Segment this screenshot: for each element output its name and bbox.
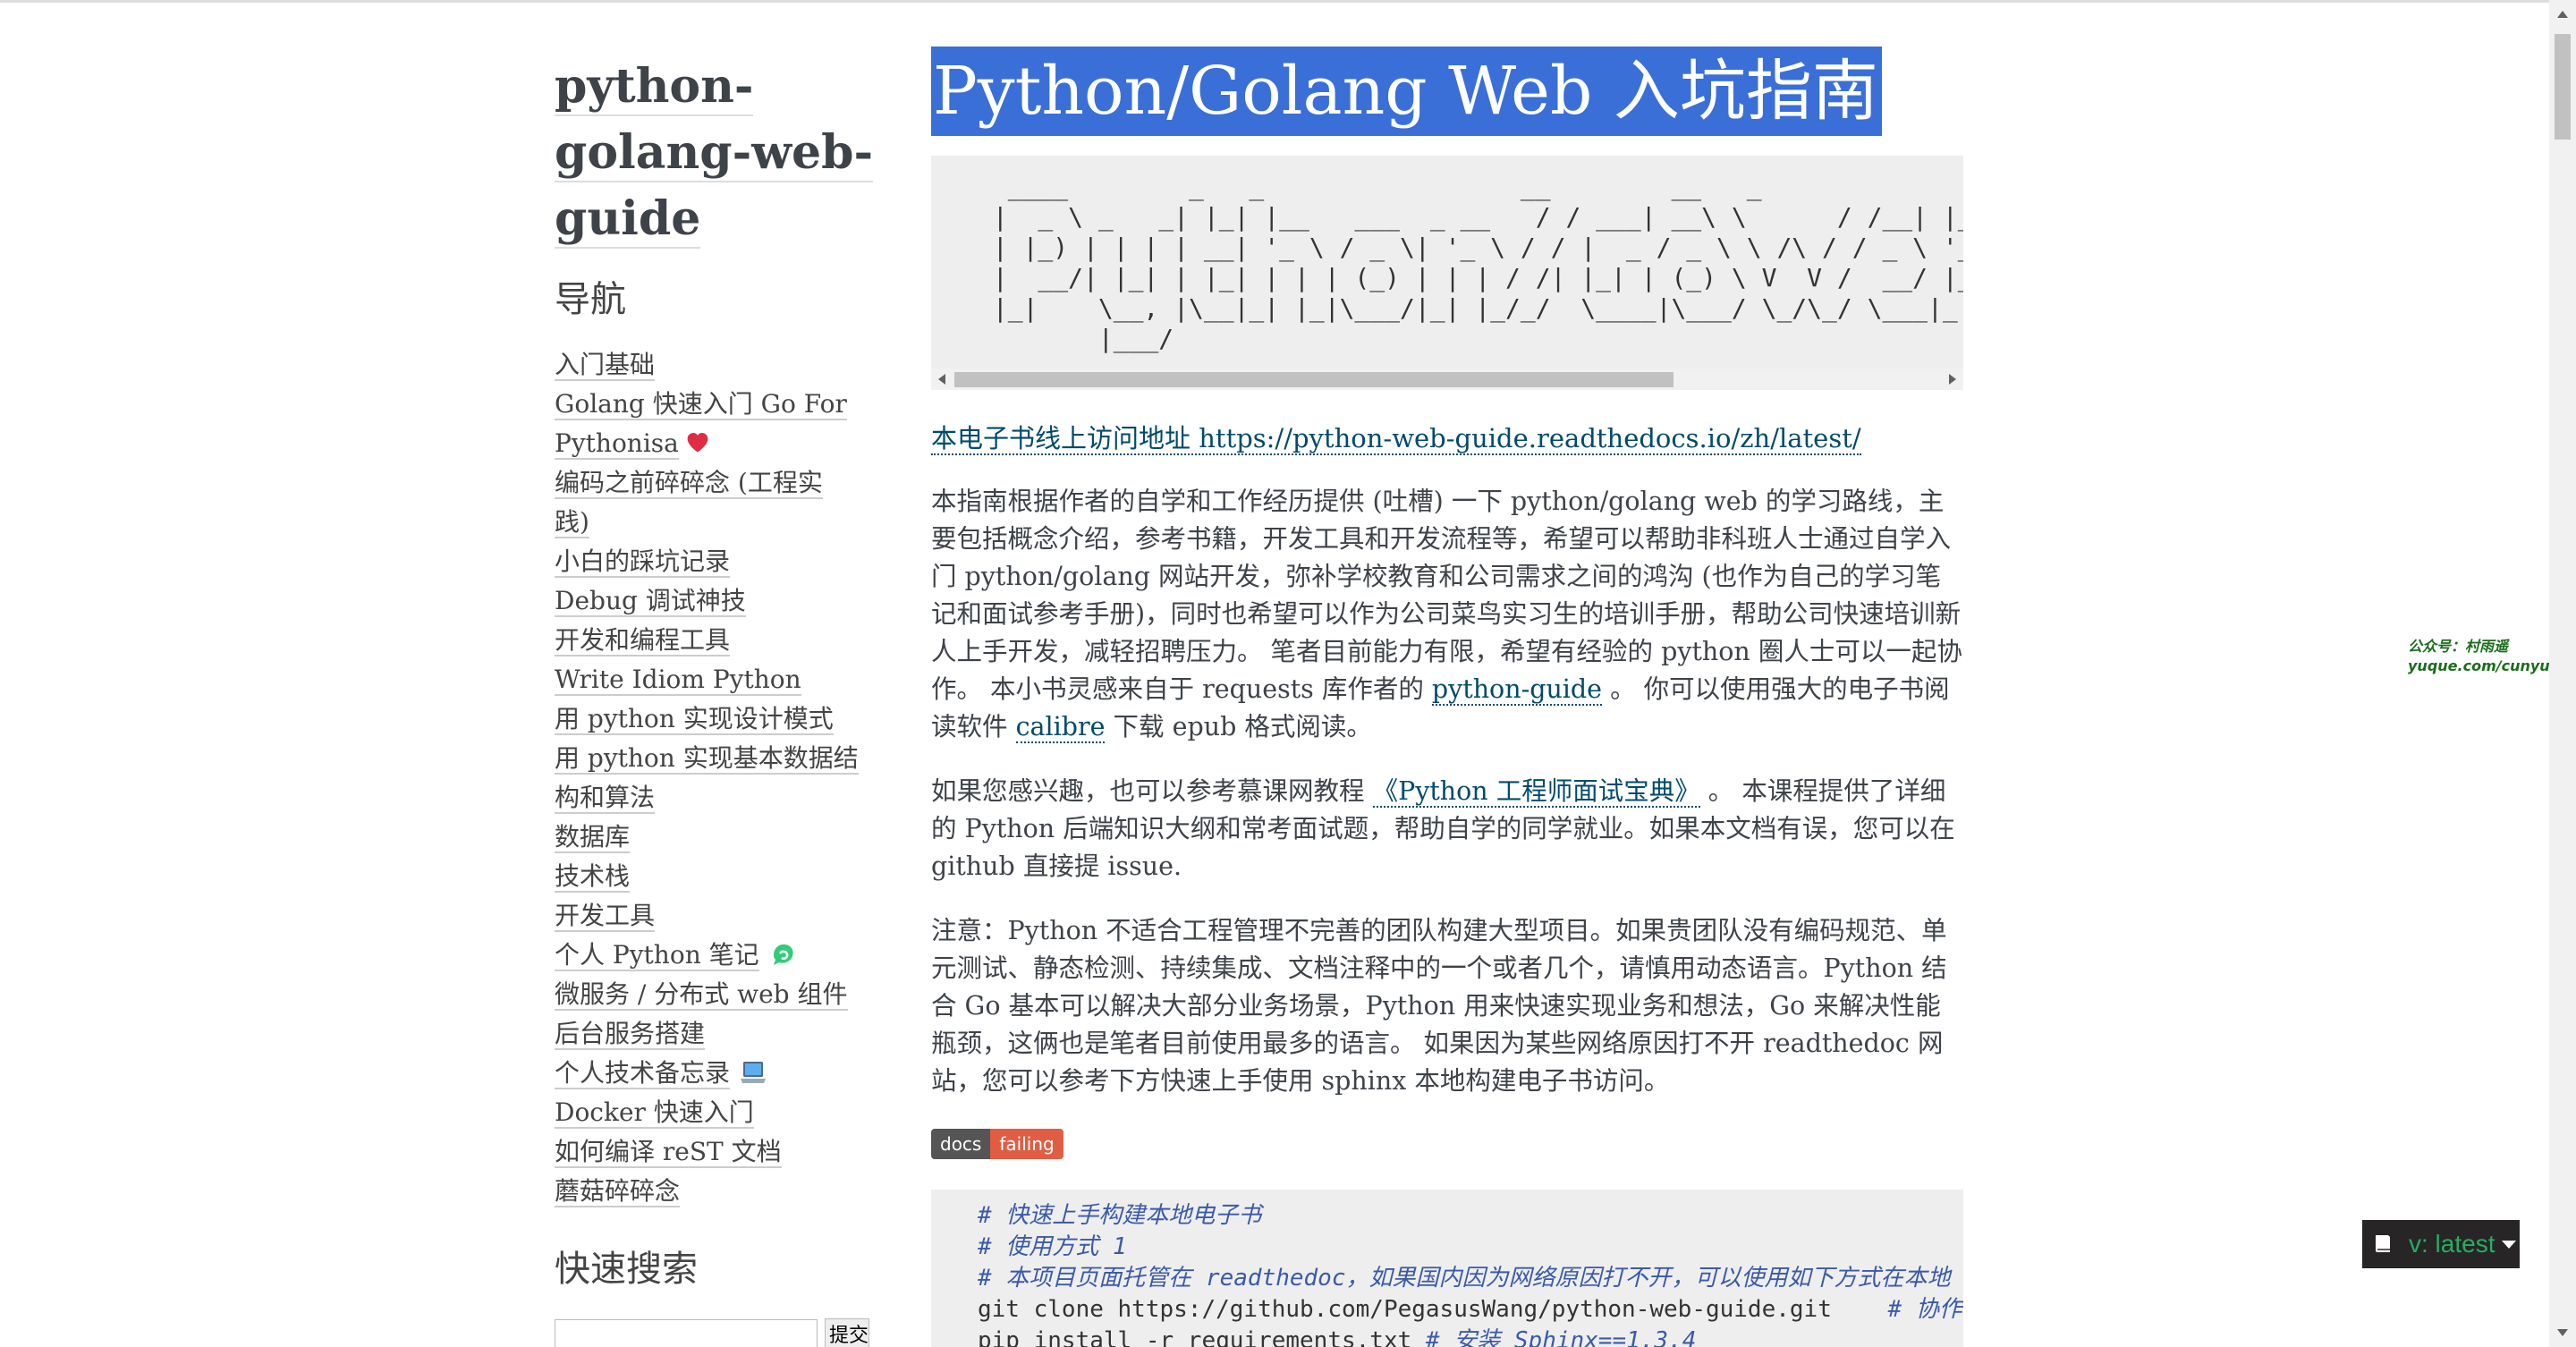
nav-list: 入门基础 Golang 快速入门 Go For Pythonisa 编码之前碎碎… (555, 345, 877, 1211)
nav-item-data-structures[interactable]: 用 python 实现基本数据结 (555, 739, 877, 778)
logo-line-3[interactable]: guide (555, 191, 701, 249)
logo-line-2[interactable]: golang-web- (555, 125, 874, 182)
nav-item-docker[interactable]: Docker 快速入门 (555, 1093, 877, 1132)
search-form: 提交 (555, 1318, 877, 1347)
nav-item-idiom-python[interactable]: Write Idiom Python (555, 660, 877, 699)
main-content: Python/Golang Web 入坑指南 ____ _ _ __ __ _ … (931, 47, 1963, 1347)
nav-item-python-notes[interactable]: 个人 Python 笔记 (555, 936, 877, 975)
nav-item-dev-tools[interactable]: 开发和编程工具 (555, 621, 877, 660)
nav-item-golang-quickstart[interactable]: Golang 快速入门 Go For (555, 385, 877, 424)
sidebar: python- golang-web- guide 导航 入门基础 Golang… (555, 54, 877, 1347)
top-border (0, 0, 2576, 3)
logo-line-1[interactable]: python- (555, 59, 754, 116)
calibre-link[interactable]: calibre (1015, 712, 1106, 743)
scroll-up-icon[interactable] (2557, 11, 2568, 18)
intro-paragraph: 本指南根据作者的自学和工作经历提供 (吐槽) 一下 python/golang … (931, 487, 1962, 743)
nav-item-mushroom[interactable]: 蘑菇碎碎念 (555, 1172, 877, 1211)
ascii-art: ____ _ _ __ __ _ | _ \ _ _| |_| |__ ___ … (992, 172, 1963, 353)
laptop-icon (741, 1062, 767, 1083)
code-comment-5: # 安装 Sphinx==1.3.4 (1425, 1327, 1697, 1347)
nav-item-database[interactable]: 数据库 (555, 818, 877, 857)
nav-item-tech-stack[interactable]: 技术栈 (555, 857, 877, 896)
caret-down-icon (2502, 1240, 2517, 1249)
search-submit-button[interactable]: 提交 (825, 1318, 869, 1347)
ascii-art-block: ____ _ _ __ __ _ | _ \ _ _| |_| |__ ___ … (931, 156, 1963, 390)
code-line-pip-install: pip install -r requirements.txt (978, 1327, 1412, 1347)
version-selector[interactable]: v: latest (2362, 1220, 2520, 1268)
code-comment-1: # 快速上手构建本地电子书 (978, 1202, 1262, 1229)
badge-label: docs (931, 1129, 991, 1159)
code-comment-4: # 协作请fo (1887, 1296, 1963, 1323)
code-block: # 快速上手构建本地电子书 # 使用方式 1 # 本项目页面托管在 readth… (931, 1190, 1963, 1347)
nav-item-basics[interactable]: 入门基础 (555, 345, 877, 385)
online-link-line: 本电子书线上访问地址 https://python-web-guide.read… (931, 420, 1963, 456)
version-label: v: latest (2409, 1230, 2496, 1258)
nav-item-golang-quickstart-cont[interactable]: Pythonisa (555, 424, 877, 463)
nav-item-microservice[interactable]: 微服务 / 分布式 web 组件 (555, 975, 877, 1014)
nav-item-engineering[interactable]: 编码之前碎碎念 (工程实 (555, 463, 877, 503)
docs-status-badge[interactable]: docs failing (931, 1129, 1063, 1159)
site-logo[interactable]: python- golang-web- guide (555, 54, 877, 252)
online-docs-link[interactable]: 本电子书线上访问地址 https://python-web-guide.read… (931, 423, 1861, 455)
code-line-git-clone: git clone https://github.com/PegasusWang… (978, 1296, 1832, 1323)
vertical-scroll-thumb[interactable] (2555, 34, 2571, 140)
nav-item-rest[interactable]: 如何编译 reST 文档 (555, 1132, 877, 1172)
horizontal-scrollbar[interactable] (931, 369, 1963, 390)
yuque-icon (773, 944, 793, 965)
nav-item-debug[interactable]: Debug 调试神技 (555, 581, 877, 621)
nav-item-backend[interactable]: 后台服务搭建 (555, 1014, 877, 1054)
scroll-right-icon[interactable] (1949, 374, 1956, 385)
code-comment-2: # 使用方式 1 (978, 1233, 1127, 1260)
badge-status: failing (990, 1129, 1063, 1159)
nav-item-data-structures-cont[interactable]: 构和算法 (555, 778, 877, 818)
course-link[interactable]: 《Python 工程师面试宝典》 (1372, 776, 1700, 808)
nav-item-design-patterns[interactable]: 用 python 实现设计模式 (555, 699, 877, 739)
nav-heading: 导航 (555, 279, 626, 320)
nav-item-engineering-cont[interactable]: 践) (555, 503, 877, 542)
course-paragraph: 如果您感兴趣，也可以参考慕课网教程 《Python 工程师面试宝典》 。 本课程… (931, 776, 1955, 881)
nav-item-memo[interactable]: 个人技术备忘录 (555, 1054, 877, 1093)
search-heading: 快速搜索 (555, 1249, 698, 1290)
scroll-down-icon[interactable] (2557, 1329, 2568, 1336)
book-icon (2376, 1235, 2390, 1252)
nav-item-tools[interactable]: 开发工具 (555, 896, 877, 936)
heart-icon (687, 433, 708, 453)
note-paragraph: 注意：Python 不适合工程管理不完善的团队构建大型项目。如果贵团队没有编码规… (931, 916, 1947, 1096)
code-comment-3: # 本项目页面托管在 readthedoc，如果国内因为网络原因打不开，可以使用… (978, 1265, 1951, 1292)
search-input[interactable] (555, 1319, 818, 1347)
horizontal-scroll-thumb[interactable] (954, 372, 1674, 387)
scroll-left-icon[interactable] (938, 374, 945, 385)
vertical-scrollbar[interactable] (2549, 0, 2576, 1347)
python-guide-link[interactable]: python-guide (1431, 674, 1603, 706)
nav-item-pitfalls[interactable]: 小白的踩坑记录 (555, 542, 877, 581)
page-title: Python/Golang Web 入坑指南 (931, 47, 1882, 136)
